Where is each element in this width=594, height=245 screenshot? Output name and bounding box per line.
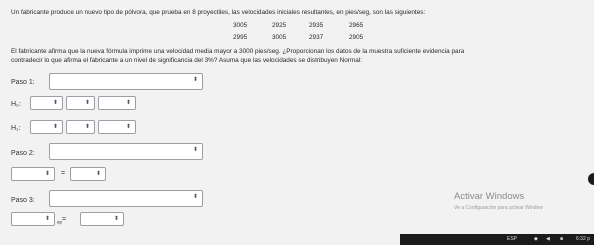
activate-windows-title: Activar Windows xyxy=(454,191,525,202)
paso2-select[interactable]: ⬍ xyxy=(49,143,203,160)
select-arrow-icon: ⬍ xyxy=(84,100,90,106)
velocity-value: 2965 xyxy=(349,22,364,29)
taskbar-tray: ESP ◆ ◀ ■ 6:32 p xyxy=(400,234,594,245)
question-line-2: contradecir lo que afirma el fabricante … xyxy=(11,57,362,64)
velocity-value: 2935 xyxy=(309,22,324,29)
paso3-select[interactable]: ⬍ xyxy=(49,190,203,207)
paso2-label: Paso 2: xyxy=(11,150,35,157)
volume-icon[interactable]: ◀ xyxy=(546,236,550,242)
question-line-1: El fabricante afirma que la nueva fórmul… xyxy=(11,48,465,55)
wifi-icon[interactable]: ◆ xyxy=(534,236,538,242)
select-arrow-icon: ⬍ xyxy=(125,100,131,106)
statistic-subscript-equals: ep= xyxy=(57,216,66,224)
velocity-value: 2937 xyxy=(309,34,324,41)
paso3-statistic-select[interactable]: ⬍ xyxy=(11,212,55,226)
activate-windows-subtitle: Ve a Configuración para activar Window xyxy=(454,205,543,211)
select-arrow-icon: ⬍ xyxy=(95,171,101,177)
h0-value-select[interactable]: ⬍ xyxy=(98,96,136,110)
h1-label: H₁: xyxy=(11,125,21,132)
paso2-statistic-select[interactable]: ⬍ xyxy=(11,167,55,181)
select-arrow-icon: ⬍ xyxy=(44,171,50,177)
select-arrow-icon: ⬍ xyxy=(192,194,198,200)
language-indicator[interactable]: ESP xyxy=(507,236,517,242)
select-arrow-icon: ⬍ xyxy=(192,77,198,83)
paso3-label: Paso 3: xyxy=(11,197,35,204)
paso1-label: Paso 1: xyxy=(11,79,35,86)
equals-sign: = xyxy=(61,170,66,177)
taskbar: ESP ◆ ◀ ■ 6:32 p xyxy=(0,234,594,245)
select-arrow-icon: ⬍ xyxy=(192,147,198,153)
velocity-value: 3005 xyxy=(233,22,248,29)
paso3-value-select[interactable]: ⬍ xyxy=(80,212,124,226)
select-arrow-icon: ⬍ xyxy=(44,216,50,222)
select-arrow-icon: ⬍ xyxy=(84,124,90,130)
problem-intro: Un fabricante produce un nuevo tipo de p… xyxy=(11,9,426,16)
scroll-circle-icon[interactable] xyxy=(588,173,594,185)
velocity-value: 2905 xyxy=(349,34,364,41)
h1-param-select[interactable]: ⬍ xyxy=(30,120,63,134)
velocity-value: 2995 xyxy=(233,34,248,41)
h0-label: H₀: xyxy=(11,101,21,108)
h0-param-select[interactable]: ⬍ xyxy=(30,96,63,110)
clock[interactable]: 6:32 p xyxy=(576,236,590,242)
velocity-value: 2925 xyxy=(272,22,287,29)
h1-value-select[interactable]: ⬍ xyxy=(98,120,136,134)
battery-icon[interactable]: ■ xyxy=(560,236,563,242)
select-arrow-icon: ⬍ xyxy=(113,216,119,222)
select-arrow-icon: ⬍ xyxy=(52,100,58,106)
paso2-value-select[interactable]: ⬍ xyxy=(70,167,106,181)
velocity-value: 3005 xyxy=(272,34,287,41)
paso1-select[interactable]: ⬍ xyxy=(49,73,203,90)
h1-operator-select[interactable]: ⬍ xyxy=(66,120,95,134)
select-arrow-icon: ⬍ xyxy=(125,124,131,130)
h0-operator-select[interactable]: ⬍ xyxy=(66,96,95,110)
equals-sign: = xyxy=(62,216,67,223)
select-arrow-icon: ⬍ xyxy=(52,124,58,130)
